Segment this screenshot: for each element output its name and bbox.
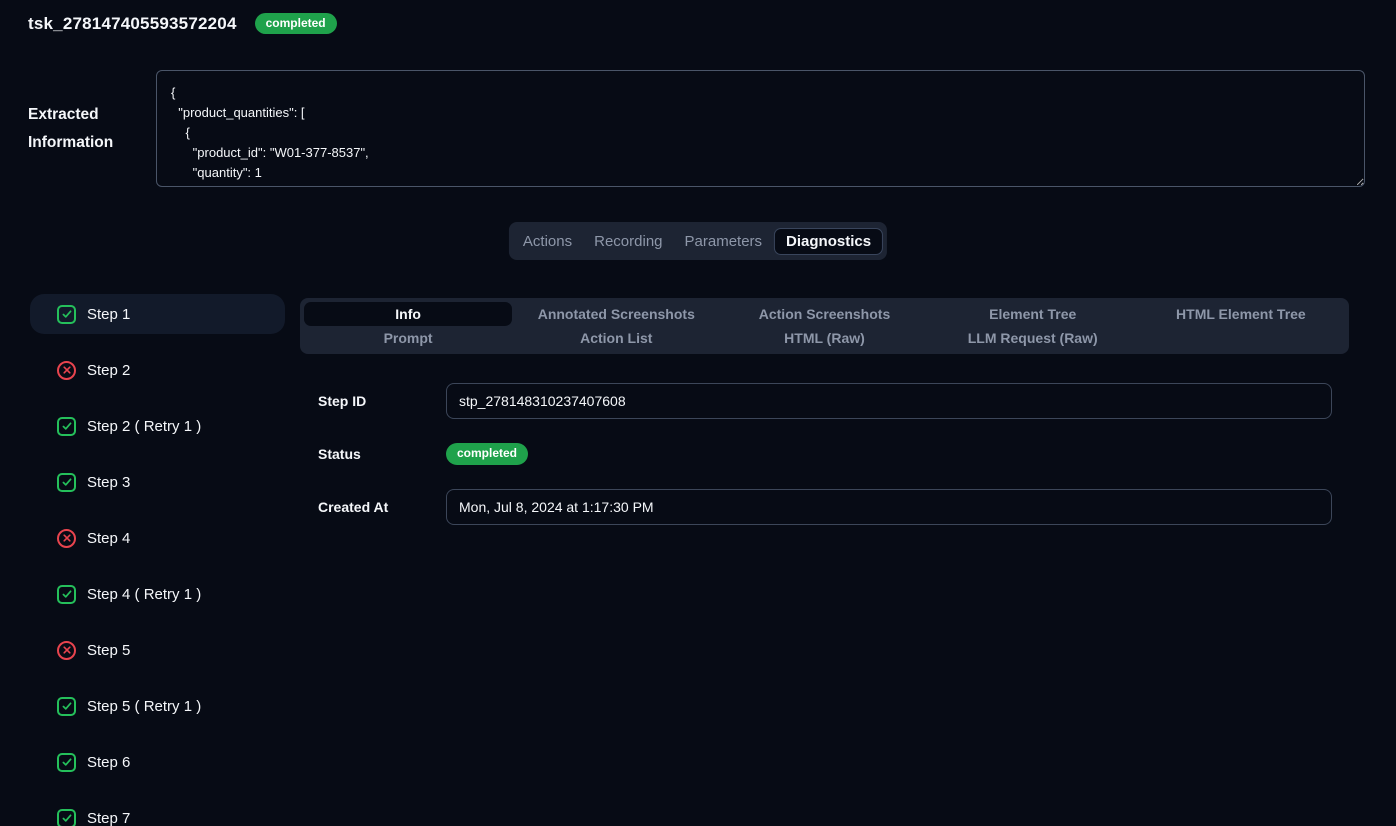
tab-actions[interactable]: Actions [513,228,582,255]
info-fields: Step ID Status completed Created At [300,383,1349,525]
sidebar-item-step-5-retry-1[interactable]: Step 5 ( Retry 1 ) [30,686,285,726]
sidebar-item-step-2-retry-1[interactable]: Step 2 ( Retry 1 ) [30,406,285,446]
subtab-llm-request-raw[interactable]: LLM Request (Raw) [929,326,1137,350]
header: tsk_278147405593572204 completed [28,13,337,34]
extracted-information-section: Extracted Information { "product_quantit… [28,70,1365,187]
extracted-information-textarea[interactable]: { "product_quantities": [ { "product_id"… [156,70,1365,187]
subtab-info[interactable]: Info [304,302,512,326]
sidebar-item-step-3[interactable]: Step 3 [30,462,285,502]
check-icon [57,809,76,826]
step-label: Step 4 ( Retry 1 ) [87,586,201,603]
step-id-label: Step ID [318,393,446,409]
subtab-spacer [1137,326,1345,350]
subtab-annotated-screenshots[interactable]: Annotated Screenshots [512,302,720,326]
diagnostics-panel: Info Annotated Screenshots Action Screen… [300,298,1349,542]
step-label: Step 2 [87,362,130,379]
sidebar-item-step-6[interactable]: Step 6 [30,742,285,782]
check-icon [57,473,76,492]
x-icon [57,529,76,548]
extracted-information-label: Extracted Information [28,101,156,157]
sidebar-item-step-1[interactable]: Step 1 [30,294,285,334]
subtab-html-element-tree[interactable]: HTML Element Tree [1137,302,1345,326]
check-icon [57,305,76,324]
sidebar-item-step-4-retry-1[interactable]: Step 4 ( Retry 1 ) [30,574,285,614]
step-label: Step 3 [87,474,130,491]
step-id-input[interactable] [446,383,1332,419]
step-label: Step 1 [87,306,130,323]
tab-parameters[interactable]: Parameters [675,228,773,255]
task-id-title: tsk_278147405593572204 [28,14,237,34]
step-list-sidebar: Step 1 Step 2 Step 2 ( Retry 1 ) Step 3 … [30,294,285,826]
step-label: Step 5 [87,642,130,659]
subtab-action-list[interactable]: Action List [512,326,720,350]
step-label: Step 7 [87,810,130,826]
subtab-prompt[interactable]: Prompt [304,326,512,350]
diagnostics-subtab-bar: Info Annotated Screenshots Action Screen… [300,298,1349,354]
tab-diagnostics[interactable]: Diagnostics [774,228,883,255]
step-label: Step 5 ( Retry 1 ) [87,698,201,715]
subtab-element-tree[interactable]: Element Tree [929,302,1137,326]
tab-recording[interactable]: Recording [584,228,672,255]
created-at-label: Created At [318,499,446,515]
check-icon [57,697,76,716]
sidebar-item-step-7[interactable]: Step 7 [30,798,285,826]
x-icon [57,641,76,660]
task-status-badge: completed [255,13,337,34]
subtab-action-screenshots[interactable]: Action Screenshots [720,302,928,326]
step-id-row: Step ID [300,383,1349,419]
step-status-badge: completed [446,443,528,464]
step-label: Step 4 [87,530,130,547]
step-label: Step 6 [87,754,130,771]
main-tab-bar: Actions Recording Parameters Diagnostics [509,222,887,260]
step-label: Step 2 ( Retry 1 ) [87,418,201,435]
check-icon [57,753,76,772]
subtab-html-raw[interactable]: HTML (Raw) [720,326,928,350]
check-icon [57,417,76,436]
sidebar-item-step-5[interactable]: Step 5 [30,630,285,670]
x-icon [57,361,76,380]
created-at-input[interactable] [446,489,1332,525]
created-at-row: Created At [300,489,1349,525]
status-row: Status completed [300,436,1349,472]
sidebar-item-step-4[interactable]: Step 4 [30,518,285,558]
check-icon [57,585,76,604]
sidebar-item-step-2[interactable]: Step 2 [30,350,285,390]
status-label: Status [318,446,446,462]
